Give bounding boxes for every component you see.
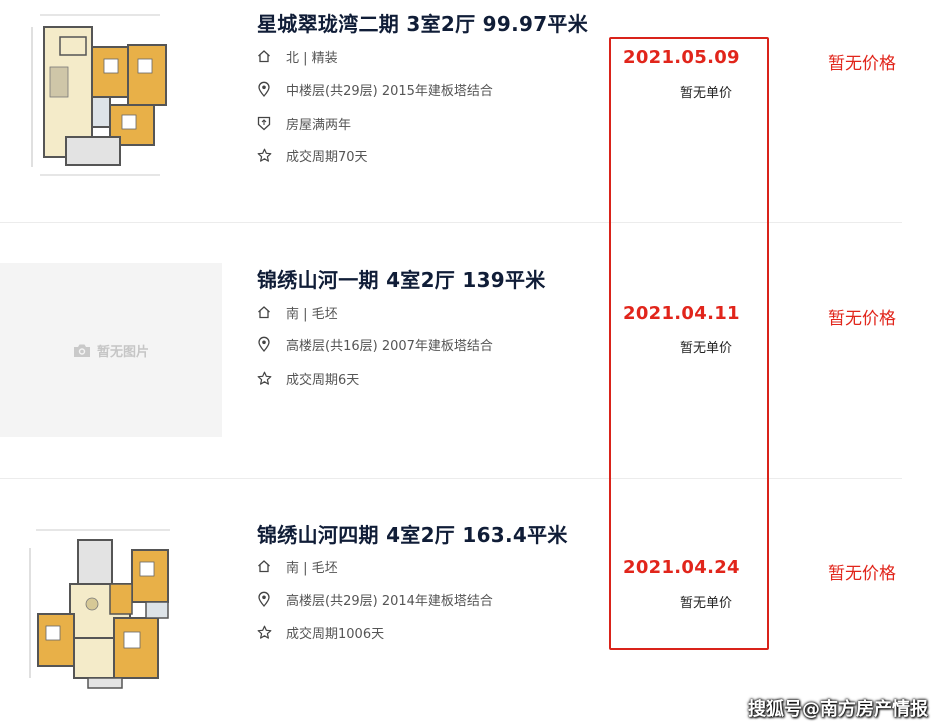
star-icon [256, 147, 272, 163]
listing-title[interactable]: 锦绣山河一期 4室2厅 139平米 [257, 264, 546, 293]
orientation-text: 南 | 毛坯 [286, 306, 338, 322]
house-icon [256, 48, 272, 64]
listing-item[interactable]: 锦绣山河四期 4室2厅 163.4平米 南 | 毛坯 高楼层(共29层) 201… [0, 478, 946, 726]
listing-item[interactable]: 暂无图片 锦绣山河一期 4室2厅 139平米 南 | 毛坯 高楼层(共16层) … [0, 223, 946, 479]
deal-date: 2021.05.09 [623, 47, 740, 68]
orientation-text: 北 | 精装 [286, 50, 338, 66]
watermark: 搜狐号@南方房产情报 [748, 699, 928, 720]
floor-text: 中楼层(共29层) 2015年建板塔结合 [286, 83, 493, 99]
total-price: 暂无价格 [828, 54, 896, 74]
tag-row: 房屋满两年 [256, 114, 352, 133]
listing-title[interactable]: 锦绣山河四期 4室2厅 163.4平米 [257, 519, 568, 548]
location-pin-icon [256, 81, 272, 97]
unit-price: 暂无单价 [680, 596, 733, 611]
cycle-text: 成交周期6天 [286, 372, 360, 388]
house-icon [256, 304, 272, 320]
deal-date: 2021.04.24 [623, 557, 740, 578]
floor-row: 高楼层(共29层) 2014年建板塔结合 [256, 590, 493, 609]
orientation-row: 南 | 毛坯 [256, 303, 338, 322]
no-image-placeholder[interactable]: 暂无图片 [0, 263, 222, 437]
shield-icon [256, 115, 272, 131]
total-price: 暂无价格 [828, 309, 896, 329]
unit-price: 暂无单价 [680, 86, 733, 101]
floor-text: 高楼层(共29层) 2014年建板塔结合 [286, 593, 493, 609]
cycle-row: 成交周期70天 [256, 146, 368, 165]
orientation-row: 北 | 精装 [256, 47, 338, 66]
deal-date: 2021.04.11 [623, 303, 740, 324]
floorplan-image[interactable] [0, 518, 222, 692]
no-image-text: 暂无图片 [96, 344, 149, 360]
floorplan-image[interactable] [0, 7, 222, 181]
location-pin-icon [256, 591, 272, 607]
orientation-text: 南 | 毛坯 [286, 560, 338, 576]
floor-text: 高楼层(共16层) 2007年建板塔结合 [286, 338, 493, 354]
floor-row: 高楼层(共16层) 2007年建板塔结合 [256, 335, 493, 354]
cycle-text: 成交周期70天 [286, 149, 368, 165]
camera-icon [73, 343, 91, 358]
location-pin-icon [256, 336, 272, 352]
cycle-row: 成交周期6天 [256, 369, 360, 388]
cycle-text: 成交周期1006天 [286, 626, 385, 642]
house-icon [256, 558, 272, 574]
orientation-row: 南 | 毛坯 [256, 557, 338, 576]
deal-list-page: 星城翠珑湾二期 3室2厅 99.97平米 北 | 精装 中楼层(共29层) 20… [0, 0, 946, 726]
tag-text: 房屋满两年 [286, 117, 352, 133]
listing-title[interactable]: 星城翠珑湾二期 3室2厅 99.97平米 [257, 8, 588, 37]
cycle-row: 成交周期1006天 [256, 623, 385, 642]
unit-price: 暂无单价 [680, 341, 733, 356]
floor-row: 中楼层(共29层) 2015年建板塔结合 [256, 80, 493, 99]
star-icon [256, 370, 272, 386]
total-price: 暂无价格 [828, 564, 896, 584]
star-icon [256, 624, 272, 640]
listing-item[interactable]: 星城翠珑湾二期 3室2厅 99.97平米 北 | 精装 中楼层(共29层) 20… [0, 0, 946, 223]
